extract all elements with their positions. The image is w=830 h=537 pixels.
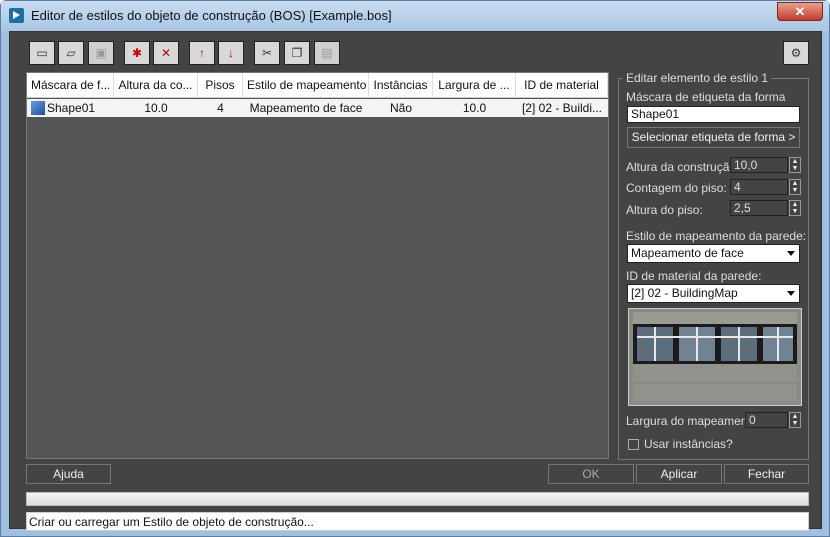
delete-style-icon: ✕ <box>160 46 172 60</box>
new-file-icon: ▭ <box>36 46 48 60</box>
save-icon: ▣ <box>95 46 107 60</box>
table-row[interactable]: Shape01 10.0 4 Mapeamento de face Não 10… <box>27 99 608 117</box>
paste-button[interactable]: ▤ <box>314 41 340 65</box>
paste-icon: ▤ <box>321 46 333 60</box>
mapping-width-arrows[interactable]: ▲ ▼ <box>789 412 801 428</box>
column-header[interactable]: Instâncias <box>369 73 433 98</box>
wall-mapping-select[interactable]: Mapeamento de face <box>627 244 800 263</box>
new-style-button[interactable]: ✱ <box>124 41 150 65</box>
wall-material-label: ID de material da parede: <box>626 269 762 283</box>
building-texture-image <box>629 309 801 405</box>
ok-button[interactable]: OK <box>548 464 634 484</box>
column-header[interactable]: Estilo de mapeamento <box>243 73 369 98</box>
table-cell: 10.0 <box>462 101 487 115</box>
window: Editor de estilos do objeto de construçã… <box>0 0 830 537</box>
cut-button[interactable]: ✂ <box>254 41 280 65</box>
list-header: Máscara de f... Altura da co... Pisos Es… <box>27 73 608 98</box>
dialog-client: ▭ ▱ ▣ ✱ ✕ ↑ ↓ ✂ ❐ ▤ ⚙ Máscara de f... Al… <box>9 31 822 531</box>
select-shape-button[interactable]: Selecionar etiqueta de forma > <box>627 127 800 148</box>
window-title: Editor de estilos do objeto de construçã… <box>31 8 392 23</box>
column-header[interactable]: ID de material <box>516 73 608 98</box>
open-file-button[interactable]: ▱ <box>58 41 84 65</box>
copy-icon: ❐ <box>291 46 303 60</box>
table-cell: 10.0 <box>144 101 168 115</box>
title-bar[interactable]: Editor de estilos do objeto de construçã… <box>1 1 829 31</box>
use-instances-checkbox[interactable] <box>628 439 639 450</box>
progress-bar <box>26 492 809 506</box>
floor-height-arrows[interactable]: ▲ ▼ <box>789 200 801 216</box>
table-cell: 4 <box>217 101 224 115</box>
wall-mapping-label: Estilo de mapeamento da parede: <box>626 229 807 243</box>
mapping-width-label: Largura do mapeamento: <box>626 414 761 428</box>
status-bar: Criar ou carregar um Estilo de objeto de… <box>26 512 809 531</box>
move-down-icon: ↓ <box>228 46 234 60</box>
copy-button[interactable]: ❐ <box>284 41 310 65</box>
mask-label: Máscara de etiqueta da forma <box>626 90 786 104</box>
build-height-spinner[interactable]: 10,0 <box>730 157 788 173</box>
column-header[interactable]: Máscara de f... <box>27 73 114 98</box>
build-height-label: Altura da construção: <box>626 160 740 174</box>
table-cell: Não <box>389 101 412 115</box>
new-file-button[interactable]: ▭ <box>29 41 55 65</box>
mask-input[interactable]: Shape01 <box>627 106 800 123</box>
chevron-down-icon <box>787 251 795 256</box>
mapping-width-spinner[interactable]: 0 <box>745 412 788 428</box>
move-up-icon: ↑ <box>199 46 205 60</box>
open-folder-icon: ▱ <box>66 46 76 60</box>
settings-button[interactable]: ⚙ <box>783 41 809 65</box>
floor-count-arrows[interactable]: ▲ ▼ <box>789 179 801 195</box>
table-cell: [2] 02 - Buildi... <box>521 101 603 115</box>
help-button[interactable]: Ajuda <box>26 464 111 484</box>
style-list[interactable]: Máscara de f... Altura da co... Pisos Es… <box>26 72 609 459</box>
chevron-down-icon <box>787 291 795 296</box>
column-header[interactable]: Pisos <box>198 73 243 98</box>
build-height-arrows[interactable]: ▲ ▼ <box>789 157 801 173</box>
apply-button[interactable]: Aplicar <box>636 464 722 484</box>
table-cell: Shape01 <box>47 101 96 115</box>
group-title: Editar elemento de estilo 1 <box>623 71 772 85</box>
new-style-icon: ✱ <box>131 46 143 60</box>
settings-icon: ⚙ <box>790 46 802 60</box>
shape-icon <box>31 101 45 115</box>
move-down-button[interactable]: ↓ <box>218 41 244 65</box>
close-button[interactable]: Fechar <box>724 464 809 484</box>
material-preview <box>628 308 802 406</box>
column-header[interactable]: Altura da co... <box>114 73 198 98</box>
move-up-button[interactable]: ↑ <box>189 41 215 65</box>
table-cell: Mapeamento de face <box>249 101 363 115</box>
delete-style-button[interactable]: ✕ <box>153 41 179 65</box>
close-window-button[interactable]: ✕ <box>777 2 823 21</box>
wall-mapping-value: Mapeamento de face <box>631 246 744 260</box>
wall-material-value: [2] 02 - BuildingMap <box>631 286 738 300</box>
floor-count-label: Contagem do piso: <box>626 181 727 195</box>
floor-height-label: Altura do piso: <box>626 203 703 217</box>
wall-material-select[interactable]: [2] 02 - BuildingMap <box>627 284 800 303</box>
floor-count-spinner[interactable]: 4 <box>730 179 788 195</box>
floor-height-spinner[interactable]: 2,5 <box>730 200 788 216</box>
cut-icon: ✂ <box>261 46 273 60</box>
use-instances-text: Usar instâncias? <box>644 437 733 451</box>
column-header[interactable]: Largura de ... <box>433 73 516 98</box>
app-icon <box>9 8 24 23</box>
save-file-button[interactable]: ▣ <box>88 41 114 65</box>
